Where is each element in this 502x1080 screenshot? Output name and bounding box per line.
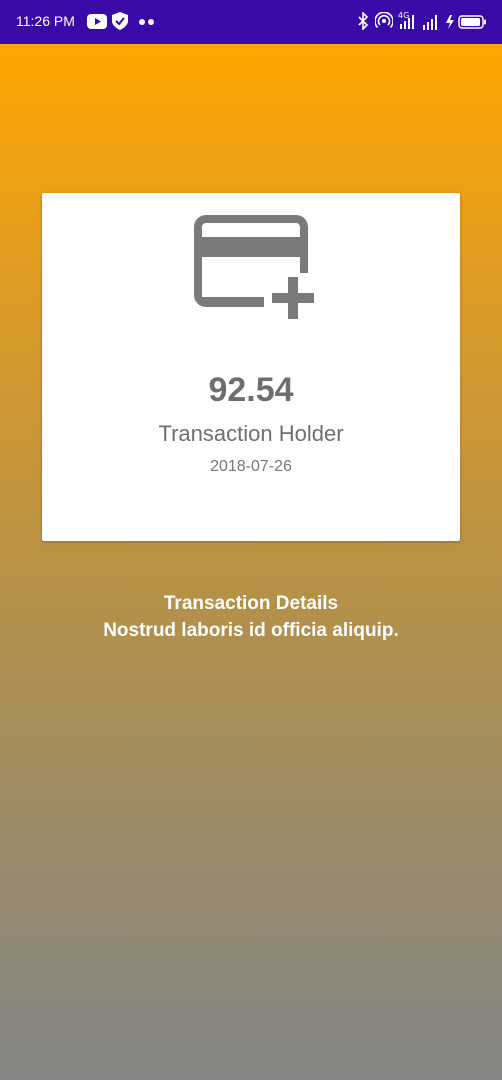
shield-check-icon <box>112 12 128 30</box>
credit-card-add-icon <box>194 215 314 319</box>
bluetooth-icon <box>358 12 369 30</box>
transaction-date: 2018-07-26 <box>210 458 292 475</box>
signal-icon <box>423 15 437 30</box>
transaction-details: Transaction Details Nostrud laboris id o… <box>0 590 502 644</box>
hotspot-icon <box>375 12 393 29</box>
svg-text:4G: 4G <box>398 11 409 20</box>
youtube-icon <box>87 14 107 29</box>
status-time: 11:26 PM <box>16 13 75 29</box>
transaction-holder: Transaction Holder <box>158 421 344 446</box>
signal-4g-icon: 4G <box>398 11 414 29</box>
details-title: Transaction Details <box>163 593 339 614</box>
more-dots-icon <box>139 19 154 25</box>
battery-charging-icon <box>446 15 486 29</box>
transaction-amount: 92.54 <box>208 371 294 409</box>
status-bar: 11:26 PM 4G <box>0 0 502 44</box>
details-description: Nostrud laboris id officia aliquip. <box>103 620 399 641</box>
transaction-card[interactable]: 92.54 Transaction Holder 2018-07-26 <box>42 193 460 541</box>
